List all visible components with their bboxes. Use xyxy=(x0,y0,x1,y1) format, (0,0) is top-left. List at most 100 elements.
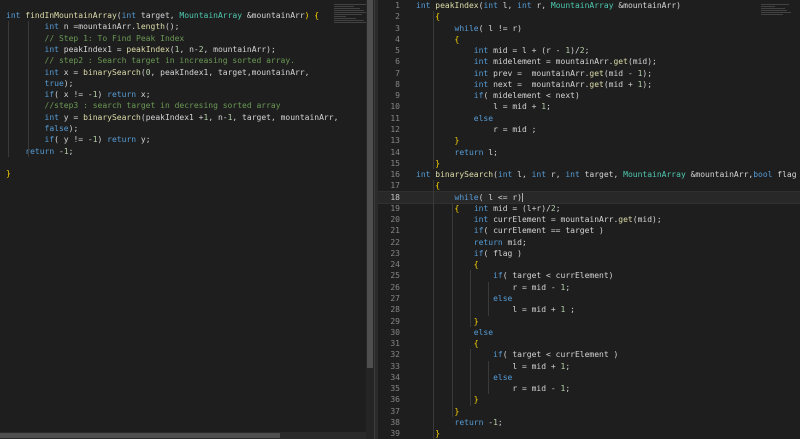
code-line[interactable]: 24 { xyxy=(378,259,800,270)
code-line[interactable]: 22 return mid; xyxy=(378,237,800,248)
code-line[interactable] xyxy=(0,157,374,168)
code-line[interactable]: 1 int peakIndex(int l, int r, MountainArr… xyxy=(378,0,800,11)
code-line[interactable]: int peakIndex1 = peakIndex(1, n-2, mount… xyxy=(0,44,374,55)
left-vertical-scrollbar[interactable] xyxy=(366,0,374,439)
code-token: flag xyxy=(772,170,797,180)
code-line[interactable]: // step2 : Search target in increasing s… xyxy=(0,55,374,66)
code-token: mid = (l+r)/ xyxy=(488,203,551,213)
code-line[interactable]: 33 l = mid + 1; xyxy=(378,361,800,372)
code-line[interactable]: } xyxy=(0,168,374,179)
code-line[interactable]: int x = binarySearch(0, peakIndex1, targ… xyxy=(0,67,374,78)
code-line[interactable]: int n =mountainArr.length(); xyxy=(0,21,374,32)
code-line-text: int findInMountainArray(int target, Moun… xyxy=(6,10,319,21)
code-line[interactable]: // Step 1: To Find Peak Index xyxy=(0,33,374,44)
code-token: (peakIndex1 + xyxy=(140,112,204,122)
code-line[interactable]: false); xyxy=(0,123,374,134)
code-token: if xyxy=(473,248,484,258)
code-line[interactable]: 38 return -1; xyxy=(378,417,800,428)
code-line-text: l = mid + 1; xyxy=(416,101,551,112)
code-line[interactable]: 17 { xyxy=(378,180,800,191)
left-code-area[interactable]: int findInMountainArray(int target, Moun… xyxy=(0,0,374,439)
line-number: 1 xyxy=(395,1,400,10)
code-line[interactable]: 35 r = mid - 1; xyxy=(378,383,800,394)
code-token: ; xyxy=(555,203,561,213)
code-line[interactable]: 36 } xyxy=(378,394,800,405)
code-line[interactable]: 18 while( l <= r) xyxy=(378,190,800,204)
code-line[interactable]: 13 } xyxy=(378,135,800,146)
code-line[interactable]: 34 else xyxy=(378,372,800,383)
left-horizontal-scrollbar[interactable] xyxy=(0,432,366,439)
code-line[interactable]: 15 } xyxy=(378,158,800,169)
code-token: int xyxy=(416,170,436,180)
code-line[interactable]: 29 } xyxy=(378,316,800,327)
code-line-text: int next = mountainArr.get(mid + 1); xyxy=(416,79,652,90)
code-line-text: } xyxy=(416,135,460,146)
line-number: 19 xyxy=(390,203,400,213)
code-token: ( flag ) xyxy=(483,248,522,258)
code-line[interactable]: true); xyxy=(0,78,374,89)
code-line[interactable]: 39 } xyxy=(378,428,800,439)
code-line[interactable]: int y = binarySearch(peakIndex1 +1, n-1,… xyxy=(0,112,374,123)
left-editor-pane[interactable]: int findInMountainArray(int target, Moun… xyxy=(0,0,374,439)
code-line[interactable]: 28 l = mid + 1 ; xyxy=(378,304,800,315)
code-line[interactable]: 16 int binarySearch(int l, int r, int tar… xyxy=(378,169,800,180)
right-minimap[interactable] xyxy=(761,4,795,34)
code-line[interactable]: return -1; xyxy=(0,146,374,157)
code-token: (mid); xyxy=(632,215,662,225)
code-line[interactable]: 7 int prev = mountainArr.get(mid - 1); xyxy=(378,68,800,79)
code-line[interactable]: //step3 : search target in decresing sor… xyxy=(0,100,374,111)
code-line[interactable]: 37 } xyxy=(378,406,800,417)
code-line[interactable]: 23 if( flag ) xyxy=(378,248,800,259)
code-line[interactable]: 5 int mid = l + (r - 1)/2; xyxy=(378,45,800,56)
code-line[interactable]: if( x != -1) return x; xyxy=(0,89,374,100)
code-line[interactable]: 10 l = mid + 1; xyxy=(378,101,800,112)
line-number: 23 xyxy=(390,248,400,258)
code-line-text: int peakIndex1 = peakIndex(1, n-2, mount… xyxy=(6,44,276,55)
code-token: if xyxy=(493,271,503,281)
line-number: 6 xyxy=(395,57,400,67)
code-line[interactable]: 3 while( l != r) xyxy=(378,23,800,34)
code-token: midelement = mountainArr. xyxy=(488,57,614,67)
code-token: return xyxy=(454,417,484,427)
code-token: if xyxy=(473,91,484,101)
code-line[interactable]: 20 int currElement = mountainArr.get(mid… xyxy=(378,214,800,225)
right-editor-pane[interactable]: 1 int peakIndex(int l, int r, MountainArr… xyxy=(378,0,800,439)
code-line[interactable]: 4 { xyxy=(378,34,800,45)
code-line[interactable]: 30 else xyxy=(378,327,800,338)
code-line[interactable]: 11 else xyxy=(378,113,800,124)
code-token: while xyxy=(454,192,479,202)
code-line[interactable]: 21 if( currElement == target ) xyxy=(378,225,800,236)
code-line[interactable]: 14 return l; xyxy=(378,147,800,158)
right-code-area[interactable]: 1 int peakIndex(int l, int r, MountainArr… xyxy=(378,0,800,439)
code-line[interactable]: 6 int midelement = mountainArr.get(mid); xyxy=(378,56,800,67)
code-token: ( x != - xyxy=(54,90,93,100)
code-token: if xyxy=(44,135,55,145)
code-line[interactable]: 12 r = mid ; xyxy=(378,124,800,135)
code-token: peakIndex1 = xyxy=(58,44,127,54)
code-line[interactable]: 32 if( target < currElement ) xyxy=(378,349,800,360)
line-number: 11 xyxy=(390,113,400,123)
code-line[interactable]: 26 r = mid - 1; xyxy=(378,282,800,293)
code-token: { xyxy=(416,181,441,191)
code-token: ; xyxy=(565,361,571,371)
code-line[interactable]: 2 { xyxy=(378,11,800,22)
code-line[interactable]: 9 if( midelement < next) xyxy=(378,90,800,101)
line-number: 33 xyxy=(390,361,400,371)
code-token: int xyxy=(121,11,137,20)
line-number: 2 xyxy=(395,12,400,22)
left-hscroll-thumb[interactable] xyxy=(0,433,280,438)
code-line[interactable]: int findInMountainArray(int target, Moun… xyxy=(0,10,374,21)
code-line[interactable]: if( y != -1) return y; xyxy=(0,134,374,145)
code-line[interactable]: 8 int next = mountainArr.get(mid + 1); xyxy=(378,79,800,90)
code-line[interactable]: 25 if( target < currElement) xyxy=(378,270,800,281)
code-line[interactable]: 31 { xyxy=(378,338,800,349)
code-line[interactable]: 27 else xyxy=(378,293,800,304)
code-token: { xyxy=(416,260,479,270)
left-scroll-thumb[interactable] xyxy=(367,0,373,368)
code-line-text: int prev = mountainArr.get(mid - 1); xyxy=(416,68,652,79)
code-line-text: while( l != r) xyxy=(416,23,522,34)
code-line[interactable]: 19 { int mid = (l+r)/2; xyxy=(378,203,800,214)
